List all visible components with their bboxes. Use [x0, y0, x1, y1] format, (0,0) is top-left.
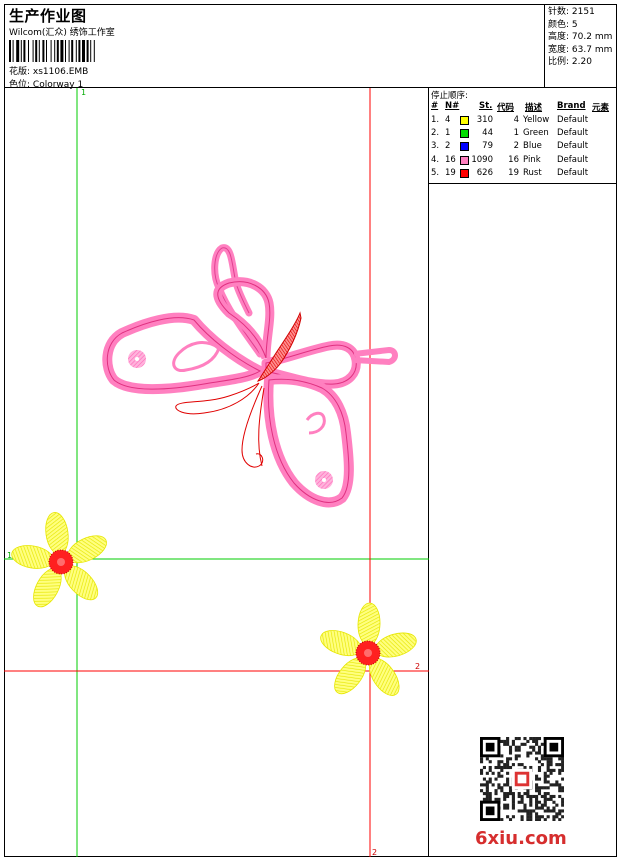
col-element: 元素 — [592, 103, 610, 113]
row-index: 3. — [431, 141, 440, 152]
stop-sequence-row: 4. 16 1090 16 Pink Default — [429, 155, 617, 168]
qr-code — [480, 737, 564, 821]
stop-sequence-panel: 停止顺序: # N# St. 代码 描述 Brand 元素 1. 4 310 4 Yel… — [429, 88, 617, 184]
col-stitches: St. — [479, 101, 493, 111]
guide-label-red-right: 2 — [415, 662, 420, 671]
page-title: 生产作业图 — [9, 7, 87, 25]
row-needle: 16 — [445, 154, 456, 165]
stop-sequence-row: 1. 4 310 4 Yellow Default — [429, 115, 617, 128]
row-description: Yellow — [523, 115, 550, 125]
col-needle: N# — [445, 101, 460, 111]
row-stitches: 79 — [482, 141, 493, 152]
design-file: xs1106.EMB — [32, 67, 89, 77]
stat-scale: 比例: 2.20 — [548, 57, 592, 67]
header-panel: 生产作业图 Wilcom(汇众) 绣饰工作室 花版: xs1106.EMB 色位… — [4, 4, 545, 90]
row-code: 19 — [508, 167, 519, 178]
design-canvas: 1 1 2 2 — [4, 88, 429, 857]
row-description: Blue — [523, 141, 542, 152]
flower-left — [11, 512, 107, 608]
design-file-line: 花版: xs1106.EMB — [9, 64, 88, 77]
watermark-logo: 6xiu.com — [475, 828, 567, 849]
wing-spot-left — [128, 350, 146, 368]
flower-right — [320, 602, 417, 696]
col-code: 代码 — [497, 103, 515, 113]
row-brand: Default — [557, 154, 589, 165]
stop-sequence-header: # N# St. 代码 描述 Brand 元素 — [429, 101, 617, 113]
guide-label-green-left: 1 — [7, 551, 12, 560]
stop-sequence-row: 2. 1 44 1 Green Default — [429, 128, 617, 141]
stat-width: 宽度: 63.7 mm — [548, 44, 613, 55]
stat-stitches: 针数: 2151 — [548, 7, 595, 17]
barcode — [9, 40, 95, 62]
wing-spot-right — [315, 471, 333, 489]
row-brand: Default — [557, 141, 589, 152]
row-code: 1 — [513, 128, 519, 139]
color-swatch — [460, 155, 469, 165]
row-stitches: 1090 — [471, 154, 493, 165]
guide-label-red-bottom: 2 — [372, 848, 377, 857]
row-index: 1. — [431, 115, 440, 125]
stop-sequence-row: 3. 2 79 2 Blue Default — [429, 141, 617, 154]
guide-label-green-top: 1 — [81, 88, 86, 97]
row-code: 4 — [513, 115, 519, 125]
stat-height: 高度: 70.2 mm — [548, 32, 613, 42]
row-description: Green — [523, 128, 549, 139]
design-label: 花版: — [9, 67, 31, 77]
stop-sequence-label: 停止顺序: — [431, 91, 468, 101]
row-brand: Default — [557, 167, 589, 178]
row-stitches: 310 — [476, 115, 493, 125]
butterfly-wing-lower-right — [263, 374, 354, 508]
row-needle: 4 — [445, 115, 451, 125]
color-swatch — [460, 129, 469, 139]
row-code: 2 — [513, 141, 519, 152]
stat-colors: 颜色: 5 — [548, 19, 578, 30]
color-swatch — [460, 168, 469, 178]
row-index: 4. — [431, 154, 440, 165]
row-description: Pink — [523, 154, 541, 165]
design-drawing: 1 1 2 2 — [4, 88, 429, 857]
row-index: 5. — [431, 167, 440, 178]
row-needle: 1 — [445, 128, 451, 139]
stop-sequence-row: 5. 19 626 19 Rust Default — [429, 168, 617, 181]
row-code: 16 — [508, 154, 519, 165]
company-name: Wilcom(汇众) 绣饰工作室 — [9, 28, 115, 38]
row-brand: Default — [557, 128, 589, 139]
butterfly-motif — [102, 244, 398, 508]
row-index: 2. — [431, 128, 440, 139]
row-stitches: 626 — [476, 167, 493, 178]
row-description: Rust — [523, 167, 542, 178]
stats-panel: 针数: 2151 颜色: 5 高度: 70.2 mm 宽度: 63.7 mm 比… — [545, 4, 617, 88]
col-index: # — [431, 101, 439, 111]
row-needle: 2 — [445, 141, 451, 152]
col-description: 描述 — [525, 103, 543, 113]
col-brand: Brand — [557, 101, 586, 111]
color-swatch — [460, 142, 469, 152]
row-needle: 19 — [445, 167, 456, 178]
color-swatch — [460, 116, 469, 125]
row-stitches: 44 — [482, 128, 493, 139]
row-brand: Default — [557, 115, 589, 125]
